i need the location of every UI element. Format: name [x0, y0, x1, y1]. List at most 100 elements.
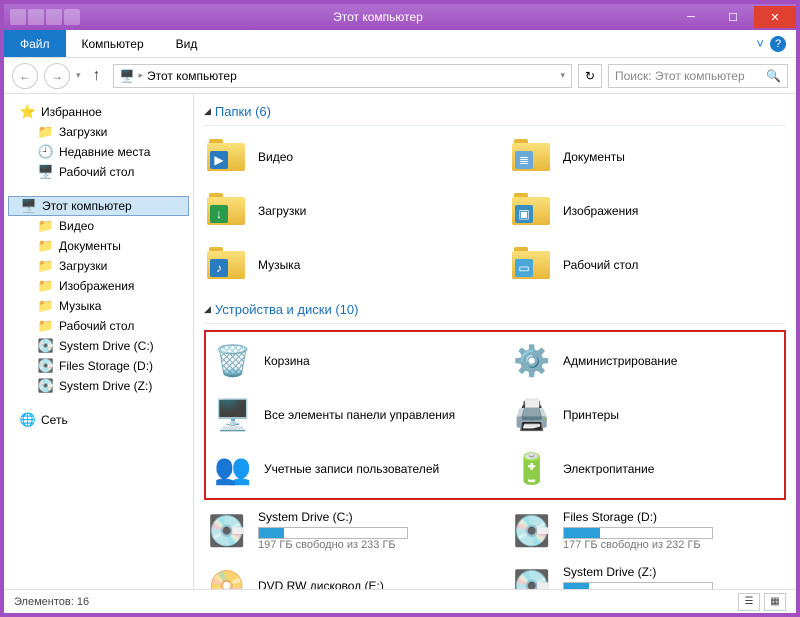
- view-icons-button[interactable]: ▦: [764, 593, 786, 611]
- navigation-pane: ⭐Избранное 📁Загрузки 🕘Недавние места 🖥️Р…: [4, 94, 194, 589]
- folder-item[interactable]: ↓ Загрузки: [204, 186, 481, 236]
- folder-item[interactable]: ▭ Рабочий стол: [509, 240, 786, 290]
- device-label: Принтеры: [563, 408, 619, 423]
- refresh-button[interactable]: ↻: [578, 64, 602, 88]
- view-details-button[interactable]: ☰: [738, 593, 760, 611]
- capacity-bar: [258, 527, 408, 539]
- collapse-icon: ◢: [204, 106, 211, 117]
- star-icon: ⭐: [20, 104, 36, 120]
- tab-view[interactable]: Вид: [160, 30, 214, 57]
- drive-item[interactable]: 💽 Files Storage (D:)177 ГБ свободно из 2…: [509, 506, 786, 557]
- address-bar: ← → ▾ ↑ 🖥️ ▸ Этот компьютер ▾ ↻ Поиск: Э…: [4, 58, 796, 94]
- sidebar-item-downloads[interactable]: 📁Загрузки: [8, 122, 189, 142]
- sys-icon[interactable]: [64, 9, 80, 25]
- highlight-annotation: 🗑️ Корзина ⚙️ Администрирование 🖥️ Все эле…: [204, 330, 786, 500]
- sidebar-item-pictures[interactable]: 📁Изображения: [8, 276, 189, 296]
- up-button[interactable]: ↑: [87, 67, 107, 85]
- device-label: Учетные записи пользователей: [264, 462, 439, 477]
- device-label: Электропитание: [563, 462, 654, 477]
- folder-item[interactable]: ♪ Музыка: [204, 240, 481, 290]
- drive-icon: 💽: [511, 565, 553, 589]
- folder-icon: 📁: [38, 124, 54, 140]
- sidebar-favorites[interactable]: ⭐Избранное: [8, 102, 189, 122]
- drive-free-space: 177 ГБ свободно из 232 ГБ: [563, 539, 713, 553]
- drive-label: System Drive (C:): [258, 510, 408, 525]
- sidebar-item-desktop[interactable]: 📁Рабочий стол: [8, 316, 189, 336]
- minimize-button[interactable]: ─: [670, 6, 712, 28]
- device-item[interactable]: 👥 Учетные записи пользователей: [210, 444, 481, 494]
- device-item[interactable]: 🖨️ Принтеры: [509, 390, 780, 440]
- device-label: Корзина: [264, 354, 310, 369]
- drive-item[interactable]: 📀 DVD RW дисковод (E:): [204, 561, 481, 589]
- sidebar-item-videos[interactable]: 📁Видео: [8, 216, 189, 236]
- folder-icon: 📁: [38, 218, 54, 234]
- drive-free-space: 197 ГБ свободно из 233 ГБ: [258, 539, 408, 553]
- drive-icon: 💽: [38, 358, 54, 374]
- breadcrumb[interactable]: 🖥️ ▸ Этот компьютер ▾: [113, 64, 572, 88]
- tab-file[interactable]: Файл: [4, 30, 66, 57]
- sidebar-item-drive-z[interactable]: 💽System Drive (Z:): [8, 376, 189, 396]
- computer-icon: 🖥️: [21, 198, 37, 214]
- device-icon: 🖥️: [212, 394, 254, 436]
- status-item-count: Элементов: 16: [14, 596, 89, 608]
- drive-label: DVD RW дисковод (E:): [258, 579, 384, 589]
- recent-icon: 🕘: [38, 144, 54, 160]
- sidebar-item-music[interactable]: 📁Музыка: [8, 296, 189, 316]
- desktop-icon: 🖥️: [38, 164, 54, 180]
- ribbon-expand-icon[interactable]: ˅: [756, 36, 764, 51]
- sidebar-item-recent[interactable]: 🕘Недавние места: [8, 142, 189, 162]
- quick-access-toolbar[interactable]: [4, 9, 86, 25]
- computer-icon: 🖥️: [120, 69, 135, 83]
- drive-icon: 💽: [38, 338, 54, 354]
- device-item[interactable]: ⚙️ Администрирование: [509, 336, 780, 386]
- sidebar-item-drive-d[interactable]: 💽Files Storage (D:): [8, 356, 189, 376]
- folder-icon: ▭: [511, 244, 553, 286]
- forward-button[interactable]: →: [44, 63, 70, 89]
- titlebar[interactable]: Этот компьютер ─ ☐ ✕: [4, 4, 796, 30]
- tab-computer[interactable]: Компьютер: [66, 30, 160, 57]
- chevron-down-icon[interactable]: ▾: [560, 70, 565, 81]
- close-button[interactable]: ✕: [754, 6, 796, 28]
- capacity-bar: [563, 527, 713, 539]
- content-pane: ◢ Папки (6) ▶ Видео ≣ Документы ↓ Загруз…: [194, 94, 796, 589]
- sidebar-network[interactable]: 🌐Сеть: [8, 410, 189, 430]
- back-button[interactable]: ←: [12, 63, 38, 89]
- help-icon[interactable]: ?: [770, 36, 786, 52]
- sidebar-item-documents[interactable]: 📁Документы: [8, 236, 189, 256]
- chevron-right-icon[interactable]: ▸: [138, 70, 143, 81]
- search-input[interactable]: Поиск: Этот компьютер 🔍: [608, 64, 788, 88]
- device-icon: 🗑️: [212, 340, 254, 382]
- section-devices-header[interactable]: ◢ Устройства и диски (10): [204, 298, 786, 324]
- capacity-bar: [563, 582, 713, 589]
- device-label: Администрирование: [563, 354, 677, 369]
- section-folders-header[interactable]: ◢ Папки (6): [204, 100, 786, 126]
- drive-item[interactable]: 💽 System Drive (Z:)197 ГБ свободно из 23…: [509, 561, 786, 589]
- device-item[interactable]: 🔋 Электропитание: [509, 444, 780, 494]
- sidebar-item-drive-c[interactable]: 💽System Drive (C:): [8, 336, 189, 356]
- sidebar-this-pc[interactable]: 🖥️Этот компьютер: [8, 196, 189, 216]
- sidebar-item-desktop[interactable]: 🖥️Рабочий стол: [8, 162, 189, 182]
- recent-dropdown-icon[interactable]: ▾: [76, 70, 81, 81]
- sys-icon[interactable]: [10, 9, 26, 25]
- drive-item[interactable]: 💽 System Drive (C:)197 ГБ свободно из 23…: [204, 506, 481, 557]
- breadcrumb-location[interactable]: Этот компьютер: [147, 69, 237, 83]
- folder-item[interactable]: ▶ Видео: [204, 132, 481, 182]
- sidebar-item-downloads[interactable]: 📁Загрузки: [8, 256, 189, 276]
- device-icon: 🖨️: [511, 394, 553, 436]
- folder-icon: ↓: [206, 190, 248, 232]
- sys-icon[interactable]: [46, 9, 62, 25]
- folder-label: Музыка: [258, 258, 300, 273]
- maximize-button[interactable]: ☐: [712, 6, 754, 28]
- device-icon: ⚙️: [511, 340, 553, 382]
- folder-icon: 📁: [38, 258, 54, 274]
- sys-icon[interactable]: [28, 9, 44, 25]
- folder-item[interactable]: ≣ Документы: [509, 132, 786, 182]
- folder-icon: 📁: [38, 278, 54, 294]
- folder-item[interactable]: ▣ Изображения: [509, 186, 786, 236]
- device-item[interactable]: 🖥️ Все элементы панели управления: [210, 390, 481, 440]
- device-item[interactable]: 🗑️ Корзина: [210, 336, 481, 386]
- folder-icon: ▣: [511, 190, 553, 232]
- folder-icon: ♪: [206, 244, 248, 286]
- folder-label: Видео: [258, 150, 293, 165]
- window-title: Этот компьютер: [86, 10, 670, 24]
